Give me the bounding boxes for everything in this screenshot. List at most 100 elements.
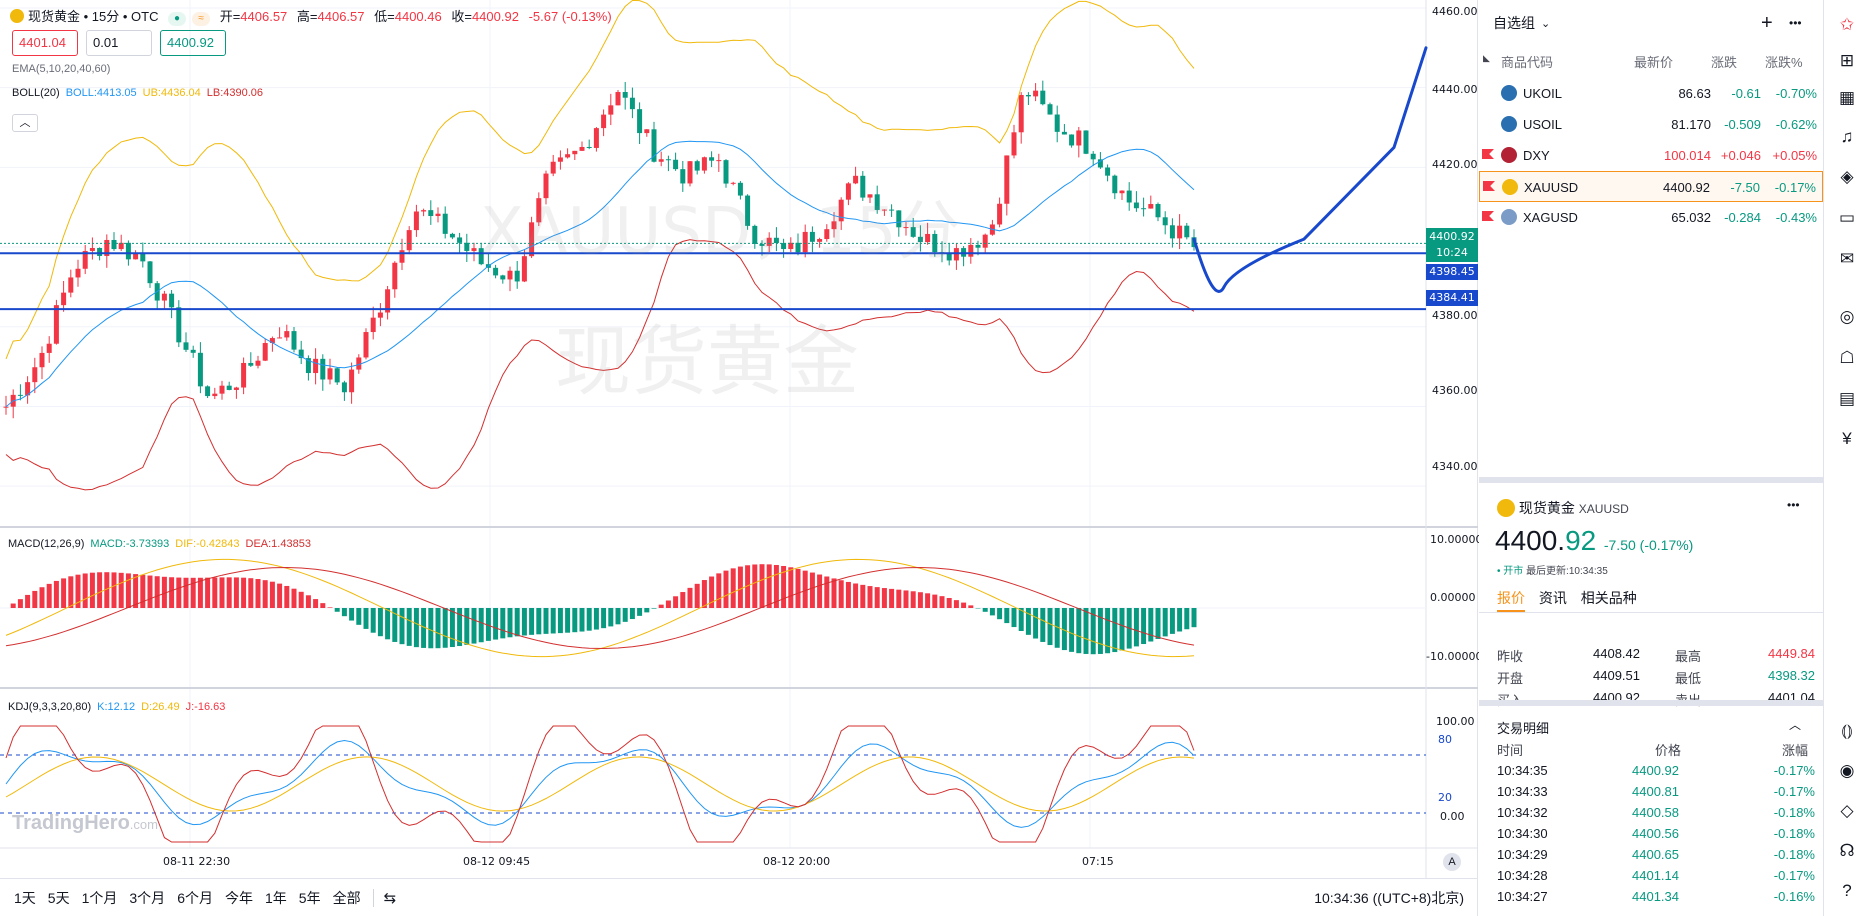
watchlist-icon[interactable]: ✩ — [1836, 14, 1858, 36]
macd-legend[interactable]: MACD(12,26,9) MACD:-3.73393 DIF:-0.42843 DE… — [8, 538, 317, 550]
timeframe-1y[interactable]: 1年 — [265, 888, 287, 908]
candle-body — [255, 360, 261, 366]
macd-bar — [903, 590, 909, 608]
quote-row: 昨收 4408.42 最高 4449.84 — [1497, 646, 1815, 664]
table-icon[interactable]: ▤ — [1836, 388, 1858, 410]
code-icon[interactable]: ⦅⦆ — [1836, 720, 1858, 742]
watchlist-row-usoil[interactable]: USOIL 81.170 -0.509 -0.62% — [1479, 109, 1823, 140]
chart-canvas[interactable] — [0, 0, 1478, 916]
timeframe-all[interactable]: 全部 — [333, 888, 361, 908]
kdj-name: KDJ(9,3,3,20,80) — [8, 701, 92, 713]
boll-lb: LB:4390.06 — [206, 87, 264, 99]
candle-body — [97, 248, 103, 256]
macd-bar — [824, 576, 830, 608]
help-icon[interactable]: ? — [1836, 880, 1858, 902]
watchlist-row-dxy[interactable]: DXY 100.014 +0.046 +0.05% — [1479, 140, 1823, 171]
candle-body — [313, 358, 319, 374]
col-change[interactable]: 涨跌 — [1711, 52, 1737, 71]
macd-bar — [197, 577, 203, 608]
timeframe-1d[interactable]: 1天 — [14, 888, 36, 908]
timeframe-1m[interactable]: 1个月 — [82, 888, 118, 908]
chat-icon[interactable]: ✉ — [1836, 248, 1858, 270]
watchlist-pct: +0.05% — [1772, 148, 1817, 163]
clock-label[interactable]: 10:34:36 ((UTC+8)北京) — [1314, 888, 1464, 908]
tab-quote[interactable]: 报价 — [1497, 590, 1525, 606]
add-icon[interactable]: + — [1761, 12, 1773, 35]
candle-body — [1141, 208, 1147, 210]
chevron-down-icon[interactable]: ⌄ — [1541, 17, 1550, 30]
col-code[interactable]: 商品代码 — [1501, 52, 1553, 71]
date-range-icon[interactable]: ⇆ — [372, 888, 396, 907]
market-status: • 开市 最后更新:10:34:35 — [1497, 566, 1608, 577]
education-icon[interactable]: ☖ — [1836, 347, 1858, 369]
kdj-legend[interactable]: KDJ(9,3,3,20,80) K:12.12 D:26.49 J:-16.63 — [8, 701, 231, 713]
grid-icon[interactable]: ⊞ — [1836, 50, 1858, 72]
symbol-title[interactable]: 现货黄金 • 15分 • OTC — [28, 9, 158, 24]
collapse-legend-button[interactable]: ︿ — [12, 114, 38, 132]
calendar-icon[interactable]: ▦ — [1836, 87, 1858, 109]
candle-body — [629, 97, 635, 110]
macd-bar — [399, 608, 405, 645]
watchlist-title[interactable]: 自选组 — [1493, 13, 1535, 33]
tab-news[interactable]: 资讯 — [1539, 590, 1567, 606]
boll-legend[interactable]: BOLL(20) BOLL:4413.05 UB:4436.04 LB:4390.06 — [12, 87, 269, 99]
bell-icon[interactable]: ♫ — [1836, 126, 1858, 148]
wave-icon[interactable]: ≈ — [192, 12, 211, 26]
headset-icon[interactable]: ☊ — [1836, 840, 1858, 862]
ema-legend[interactable]: EMA(5,10,20,40,60) — [12, 63, 110, 75]
macd-bar — [608, 608, 614, 627]
watchlist-row-xagusd[interactable]: XAGUSD 65.032 -0.284 -0.43% — [1479, 202, 1823, 233]
auto-scale-button[interactable]: A — [1443, 853, 1461, 871]
candle-body — [421, 210, 427, 212]
macd-dea: DEA:1.43853 — [245, 538, 311, 550]
watchlist-change: -0.284 — [1724, 210, 1761, 225]
timeframe-ytd[interactable]: 今年 — [225, 888, 253, 908]
dollar-icon[interactable]: ¥ — [1836, 428, 1858, 450]
candle-body — [694, 161, 700, 171]
tab-related[interactable]: 相关品种 — [1581, 590, 1637, 606]
candle-body — [39, 352, 45, 368]
macd-bar — [860, 584, 866, 608]
chevron-up-icon[interactable]: ︿ — [1789, 716, 1801, 733]
col-price[interactable]: 最新价 — [1634, 52, 1673, 71]
macd-bar — [46, 583, 52, 608]
more-icon[interactable]: ••• — [1789, 16, 1802, 30]
col-pct[interactable]: 涨跌% — [1765, 52, 1803, 71]
eye-icon[interactable]: ● — [168, 12, 187, 26]
flag-icon[interactable] — [1483, 181, 1495, 191]
timeframe-3m[interactable]: 3个月 — [129, 888, 165, 908]
timeframe-5d[interactable]: 5天 — [48, 888, 70, 908]
line1-price-tag[interactable]: 4398.45 — [1426, 264, 1478, 280]
macd-bar — [291, 588, 297, 608]
line2-price-tag[interactable]: 4384.41 — [1426, 290, 1478, 306]
diamond-icon[interactable]: ◇ — [1836, 800, 1858, 822]
candle-body — [248, 362, 254, 366]
macd-bar — [896, 589, 902, 608]
video-icon[interactable]: ▭ — [1836, 207, 1858, 229]
timeframe-6m[interactable]: 6个月 — [177, 888, 213, 908]
chart-area[interactable]: 现货黄金 • 15分 • OTC ● ≈ 开=4406.57 高=4406.57 … — [0, 0, 1483, 916]
layers-icon[interactable]: ◈ — [1836, 166, 1858, 188]
candle-body — [370, 317, 376, 333]
watchlist-pct: -0.62% — [1775, 117, 1817, 132]
flag-icon[interactable] — [1482, 149, 1494, 159]
watchlist-row-ukoil[interactable]: UKOIL 86.63 -0.61 -0.70% — [1479, 78, 1823, 109]
macd-bar — [25, 594, 31, 608]
more-icon[interactable]: ••• — [1787, 498, 1800, 512]
macd-bar — [133, 574, 139, 608]
candle-body — [982, 234, 988, 248]
candle-body — [89, 248, 95, 251]
eye-icon[interactable]: ◉ — [1836, 760, 1858, 782]
flag-icon: ◣ — [1483, 53, 1490, 63]
macd-bar — [370, 608, 376, 633]
watchlist-row-xauusd[interactable]: XAUUSD 4400.92 -7.50 -0.17% — [1479, 171, 1823, 202]
timeframe-5y[interactable]: 5年 — [299, 888, 321, 908]
candle-body — [608, 105, 614, 115]
macd-bar — [673, 596, 679, 608]
sell-price-button[interactable]: 4401.04 — [12, 30, 78, 56]
candle-body — [449, 233, 455, 238]
quantity-input[interactable]: 0.01 — [86, 30, 152, 56]
buy-price-button[interactable]: 4400.92 — [160, 30, 226, 56]
flag-icon[interactable] — [1482, 211, 1494, 221]
target-icon[interactable]: ◎ — [1836, 306, 1858, 328]
